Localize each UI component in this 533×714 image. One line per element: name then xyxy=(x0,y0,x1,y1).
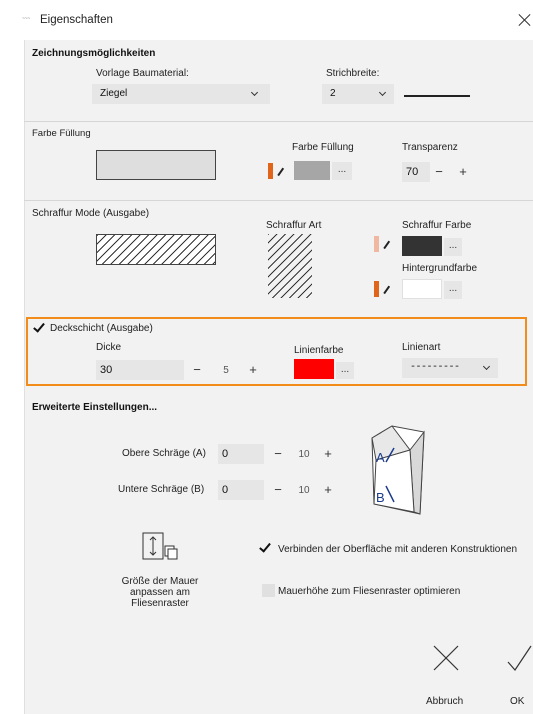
lower-slope-step: 10 xyxy=(298,485,310,496)
advanced-heading[interactable]: Erweiterte Einstellungen... xyxy=(32,402,157,413)
thickness-step-value: 5 xyxy=(223,365,229,376)
diagram-label-a: A xyxy=(376,450,385,465)
divider xyxy=(24,121,533,122)
lower-slope-input[interactable]: 0 xyxy=(218,480,264,500)
upper-slope-plus-button[interactable]: + xyxy=(320,444,336,464)
fill-heading: Farbe Füllung xyxy=(32,128,91,139)
transparency-plus-button[interactable]: + xyxy=(456,162,470,182)
transparency-minus-button[interactable]: − xyxy=(432,162,446,182)
chevron-down-icon xyxy=(250,88,259,97)
stroke-dropdown[interactable]: 2 xyxy=(322,84,394,104)
line-color-label: Linienfarbe xyxy=(294,345,344,356)
window-title: Eigenschaften xyxy=(40,14,113,26)
chevron-down-icon xyxy=(378,88,387,97)
lower-slope-minus-button[interactable]: − xyxy=(270,480,286,500)
thickness-input[interactable]: 30 xyxy=(96,360,184,380)
upper-slope-minus-button[interactable]: − xyxy=(270,444,286,464)
optimize-checkbox[interactable] xyxy=(262,584,275,597)
transparency-label: Transparenz xyxy=(402,142,458,153)
hatch-preview xyxy=(96,234,216,265)
transparency-input[interactable]: 70 xyxy=(402,162,430,182)
template-value: Ziegel xyxy=(100,88,128,99)
lower-slope-plus-button[interactable]: + xyxy=(320,480,336,500)
connect-checkbox-label[interactable]: Verbinden der Oberfläche mit anderen Kon… xyxy=(278,544,533,555)
stroke-value: 2 xyxy=(330,88,336,99)
diagram-label-b: B xyxy=(376,490,385,505)
line-color-button[interactable]: ... xyxy=(336,362,354,379)
lower-slope-label: Untere Schräge (B) xyxy=(118,484,205,495)
divider xyxy=(24,200,533,201)
paint-bucket-icon xyxy=(268,163,284,181)
cover-checkbox-label[interactable]: Deckschicht (Ausgabe) xyxy=(50,323,153,334)
upper-slope-label: Obere Schräge (A) xyxy=(122,448,206,459)
line-type-label: Linienart xyxy=(402,342,441,353)
template-label: Vorlage Baumaterial: xyxy=(96,68,189,79)
fit-to-tile-icon[interactable] xyxy=(142,532,178,562)
fit-label: Größe der Mauer anpassen am Fliesenraste… xyxy=(121,576,199,609)
fill-color-button[interactable]: ... xyxy=(332,162,352,180)
line-type-value: --------- xyxy=(410,362,460,373)
thickness-label: Dicke xyxy=(96,342,122,353)
fill-color-label: Farbe Füllung xyxy=(292,142,354,153)
thickness-minus-button[interactable]: − xyxy=(188,360,206,380)
upper-slope-input[interactable]: 0 xyxy=(218,444,264,464)
line-color-swatch[interactable] xyxy=(294,359,334,379)
hatch-color-swatch[interactable] xyxy=(402,236,442,256)
stroke-label: Strichbreite: xyxy=(326,68,380,79)
paint-bucket-icon xyxy=(374,236,390,254)
window-close-icon[interactable] xyxy=(516,11,533,29)
hatch-color-label: Schraffur Farbe xyxy=(402,220,472,231)
fill-preview xyxy=(96,150,216,180)
upper-slope-step: 10 xyxy=(298,449,310,460)
hatch-bg-button[interactable]: ... xyxy=(444,281,462,299)
stroke-preview-line xyxy=(404,95,470,97)
template-dropdown[interactable]: Ziegel xyxy=(92,84,270,104)
drawing-heading: Zeichnungsmöglichkeiten xyxy=(32,48,156,59)
thickness-plus-button[interactable]: + xyxy=(244,360,262,380)
hatch-bg-label: Hintergrundfarbe xyxy=(402,263,478,274)
hatch-type-label: Schraffur Art xyxy=(266,220,322,231)
fill-color-swatch[interactable] xyxy=(294,161,330,180)
hatch-heading: Schraffur Mode (Ausgabe) xyxy=(32,208,150,219)
hatch-type-selector[interactable] xyxy=(268,234,312,298)
cancel-button[interactable]: Abbruch xyxy=(426,696,463,707)
title-bar: ~~~ Eigenschaften xyxy=(0,0,533,40)
paint-bucket-icon xyxy=(374,281,390,299)
line-type-dropdown[interactable]: --------- xyxy=(402,358,498,378)
check-icon[interactable] xyxy=(506,644,533,672)
chevron-down-icon xyxy=(482,362,491,371)
ok-button[interactable]: OK xyxy=(510,696,524,707)
wall-slope-diagram: A B xyxy=(371,425,425,515)
close-icon[interactable] xyxy=(432,644,460,672)
optimize-checkbox-label[interactable]: Mauerhöhe zum Fliesenraster optimieren xyxy=(278,586,460,597)
app-icon: ~~~ xyxy=(22,16,30,22)
hatch-color-button[interactable]: ... xyxy=(444,238,462,256)
hatch-bg-swatch[interactable] xyxy=(402,279,442,299)
